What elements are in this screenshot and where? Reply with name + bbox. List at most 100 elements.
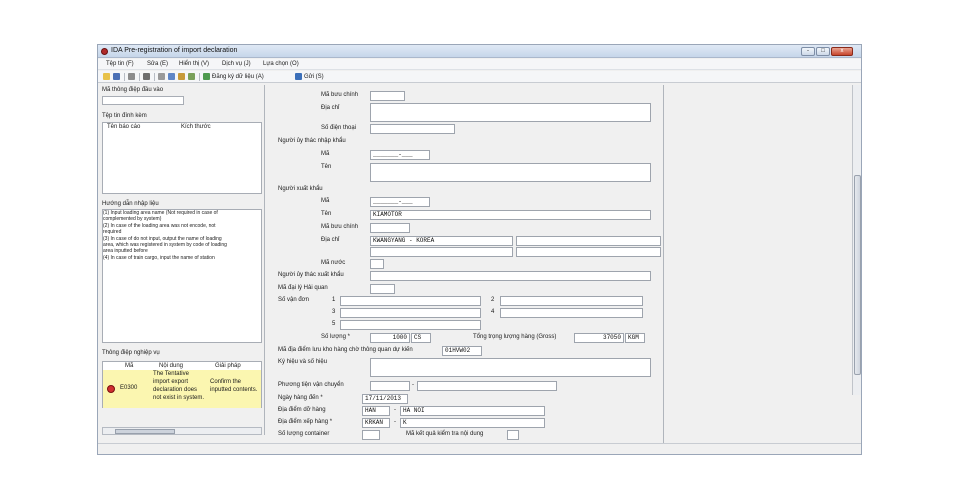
open-icon[interactable] xyxy=(103,73,110,80)
undo-icon[interactable] xyxy=(188,73,195,80)
minimize-button[interactable]: - xyxy=(801,47,815,56)
exporter-code-label: Mã xyxy=(321,198,330,204)
importer-phone-input[interactable] xyxy=(370,124,455,134)
message-solution-line: Confirm the xyxy=(210,379,242,385)
bill-input-2[interactable] xyxy=(500,296,643,306)
menu-file[interactable]: Tệp tin (F) xyxy=(106,61,134,67)
message-content-line: declaration does xyxy=(153,387,198,393)
title-bar: IDA Pre-registration of import declarati… xyxy=(98,45,861,58)
marks-numbers-label: Ký hiệu và số hiệu xyxy=(278,359,328,365)
doc-icon[interactable] xyxy=(128,73,135,80)
gross-weight-unit-input[interactable]: KGM xyxy=(625,333,645,343)
menu-edit[interactable]: Sửa (E) xyxy=(147,61,168,67)
country-code-input[interactable] xyxy=(370,259,384,269)
warehouse-code-label: Mã địa điểm lưu kho hàng chờ thông quan … xyxy=(278,347,413,353)
toolbar-separator xyxy=(124,73,125,81)
scroll-thumb[interactable] xyxy=(115,429,175,434)
loading-name-input[interactable]: K xyxy=(400,418,545,428)
input-message-code-field[interactable] xyxy=(102,96,184,105)
transport-name-input[interactable] xyxy=(417,381,557,391)
loading-dash: - xyxy=(394,419,396,425)
attachments-label: Tệp tin đính kèm xyxy=(102,113,147,119)
quantity-input[interactable]: 1000 xyxy=(370,333,410,343)
bill-of-lading-label: Số vận đơn xyxy=(278,297,309,303)
copy-icon[interactable] xyxy=(168,73,175,80)
customs-agent-input[interactable] xyxy=(370,284,395,294)
status-bar xyxy=(98,443,861,454)
importer-phone-label: Số điện thoại xyxy=(321,125,357,131)
close-button[interactable]: x xyxy=(831,47,853,56)
exporter-address-input-4[interactable] xyxy=(516,247,661,257)
exporter-postal-input[interactable] xyxy=(370,223,410,233)
attachments-list[interactable]: Tên báo cáo Kích thước xyxy=(102,122,262,194)
exporter-address-input-3[interactable] xyxy=(370,247,513,257)
exporter-postal-label: Mã bưu chính xyxy=(321,224,359,230)
loading-place-label: Địa điểm xếp hàng * xyxy=(278,419,333,425)
unloading-dash: - xyxy=(394,407,396,413)
import-trustee-code-input[interactable]: _______-___ xyxy=(370,150,430,160)
horizontal-scrollbar[interactable] xyxy=(102,427,262,435)
scroll-thumb[interactable] xyxy=(854,175,861,375)
save-icon[interactable] xyxy=(113,73,120,80)
exporter-address-label: Địa chỉ xyxy=(321,237,340,243)
maximize-button[interactable]: □ xyxy=(816,47,830,56)
container-count-label: Số lượng container xyxy=(278,431,330,437)
export-trustee-input[interactable] xyxy=(370,271,651,281)
message-solution-line: inputted contents. xyxy=(210,387,258,393)
message-content-line: The Tentative xyxy=(153,371,189,377)
input-guide-label: Hướng dẫn nhập liệu xyxy=(102,201,159,207)
importer-address-input[interactable] xyxy=(370,103,651,122)
menu-options[interactable]: Lựa chọn (O) xyxy=(263,61,299,67)
importer-postal-input[interactable] xyxy=(370,91,405,101)
exporter-address-input-2[interactable] xyxy=(516,236,661,246)
transport-label: Phương tiện vận chuyển xyxy=(278,382,344,388)
check-result-input[interactable] xyxy=(507,430,519,440)
vertical-scrollbar[interactable] xyxy=(852,85,861,395)
import-trustee-code-label: Mã xyxy=(321,151,330,157)
message-content-line: import export xyxy=(153,379,189,385)
arrival-date-input[interactable]: 17/11/2013 xyxy=(362,394,408,404)
input-guide-text: (1) Input loading area name (Not require… xyxy=(103,210,227,261)
col-solution: Giải pháp xyxy=(215,363,241,369)
table-row[interactable]: E0300 The Tentative import export declar… xyxy=(103,370,261,408)
business-message-table[interactable]: Mã Nội dung Giải pháp E0300 The Tentativ… xyxy=(102,361,262,408)
bill-input-3[interactable] xyxy=(340,308,481,318)
unloading-code-input[interactable]: HAN xyxy=(362,406,390,416)
cut-icon[interactable] xyxy=(158,73,165,80)
exporter-code-input[interactable]: _______-___ xyxy=(370,197,430,207)
bill-num-1: 1 xyxy=(332,297,336,303)
menu-service[interactable]: Dịch vụ (J) xyxy=(222,61,251,67)
print-icon[interactable] xyxy=(143,73,150,80)
app-icon xyxy=(101,48,108,55)
gross-weight-input[interactable]: 37050 xyxy=(574,333,624,343)
send-button[interactable]: Gửi (S) xyxy=(304,74,324,80)
paste-icon[interactable] xyxy=(178,73,185,80)
loading-code-input[interactable]: KRKAN xyxy=(362,418,390,428)
transport-dash: - xyxy=(412,382,414,388)
container-count-input[interactable] xyxy=(362,430,380,440)
input-message-code-label: Mã thông điệp đầu vào xyxy=(102,87,164,93)
gross-weight-label: Tổng trọng lượng hàng (Gross) xyxy=(473,334,557,340)
unloading-name-input[interactable]: HA NOI xyxy=(400,406,545,416)
exporter-name-input[interactable]: KIAMOTOR xyxy=(370,210,651,220)
bill-input-1[interactable] xyxy=(340,296,481,306)
col-content: Nội dung xyxy=(159,363,184,369)
import-trustee-name-input[interactable] xyxy=(370,163,651,182)
bill-input-4[interactable] xyxy=(500,308,643,318)
bill-input-5[interactable] xyxy=(340,320,481,330)
col-report-name[interactable]: Tên báo cáo xyxy=(107,124,140,130)
message-content-line: not exist in system. xyxy=(153,395,205,401)
check-result-label: Mã kết quả kiểm tra nội dung xyxy=(406,431,484,437)
register-data-button[interactable]: Đăng ký dữ liệu (A) xyxy=(212,74,264,80)
toolbar-separator xyxy=(139,73,140,81)
unloading-place-label: Địa điểm dỡ hàng xyxy=(278,407,326,413)
toolbar-separator xyxy=(199,73,200,81)
exporter-address-input-1[interactable]: KWANGYANG - KOREA xyxy=(370,236,513,246)
menu-view[interactable]: Hiển thị (V) xyxy=(179,61,209,67)
marks-numbers-input[interactable] xyxy=(370,358,651,377)
col-size[interactable]: Kích thước xyxy=(181,124,211,130)
quantity-unit-input[interactable]: CS xyxy=(411,333,431,343)
window-title: IDA Pre-registration of import declarati… xyxy=(111,47,238,54)
warehouse-code-input[interactable]: 01HVW02 xyxy=(442,346,482,356)
transport-code-input[interactable] xyxy=(370,381,410,391)
